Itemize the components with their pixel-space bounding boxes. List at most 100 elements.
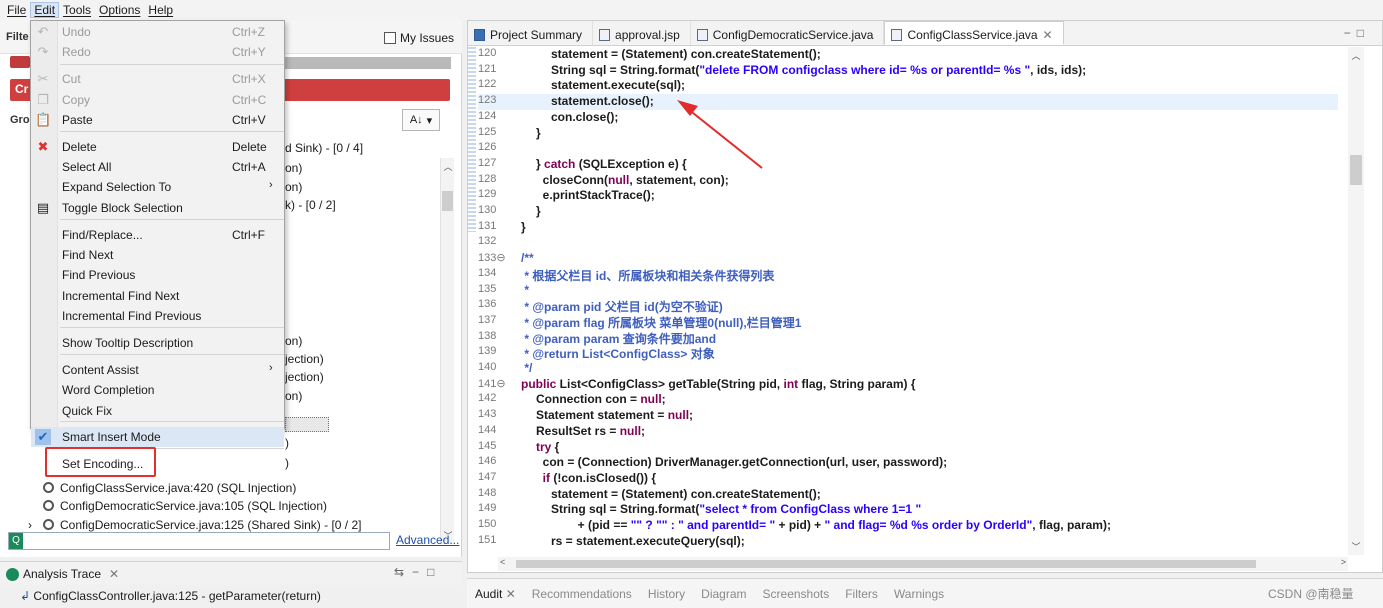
tree-row[interactable]: ConfigDemocraticService.java:105 (SQL In… bbox=[40, 499, 327, 513]
tab-approval-jsp[interactable]: approval.jsp bbox=[593, 21, 691, 45]
code-line[interactable]: 135 * bbox=[478, 283, 1338, 299]
code-line[interactable]: 141⊖ public List<ConfigClass> getTable(St… bbox=[478, 377, 1338, 393]
code-line[interactable]: 139 * @return List<ConfigClass> 对象 bbox=[478, 345, 1338, 361]
tree-row[interactable]: ) bbox=[285, 436, 289, 450]
tree-row[interactable]: on) bbox=[285, 161, 302, 175]
menu-options[interactable]: Options bbox=[95, 2, 144, 18]
tree-row[interactable]: k) - [0 / 2] bbox=[285, 198, 336, 212]
my-issues-checkbox[interactable]: My Issues bbox=[384, 31, 454, 45]
scroll-down-icon[interactable]: ﹀ bbox=[1348, 540, 1364, 553]
menu-item-word-completion[interactable]: Word Completion bbox=[31, 380, 284, 400]
tab-history[interactable]: History bbox=[648, 587, 685, 601]
tree-row[interactable]: ) bbox=[285, 456, 289, 470]
code-line[interactable]: 142 Connection con = null; bbox=[478, 392, 1338, 408]
critical-mini-bar[interactable] bbox=[10, 56, 30, 68]
code-line[interactable]: 127} catch (SQLException e) { bbox=[478, 157, 1338, 173]
expand-icon[interactable]: › bbox=[28, 518, 32, 532]
menu-item-undo[interactable]: ↶ Undo Ctrl+Z bbox=[31, 22, 284, 42]
sort-button[interactable]: A↓ ▾ bbox=[402, 109, 440, 131]
code-line[interactable]: 146 con = (Connection) DriverManager.get… bbox=[478, 455, 1338, 471]
code-line[interactable]: 129 e.printStackTrace(); bbox=[478, 188, 1338, 204]
menu-tools[interactable]: Tools bbox=[59, 2, 95, 18]
code-line[interactable]: 123 statement.close(); bbox=[478, 94, 1338, 111]
selected-tree-row[interactable] bbox=[285, 417, 329, 432]
scrollbar-thumb[interactable] bbox=[516, 560, 1256, 568]
code-line[interactable]: 120 statement = (Statement) con.createSta… bbox=[478, 47, 1338, 63]
menu-item-find-previous[interactable]: Find Previous bbox=[31, 265, 284, 285]
code-line[interactable]: 147 if (!con.isClosed()) { bbox=[478, 471, 1338, 487]
menu-item-show-tooltip-description[interactable]: Show Tooltip Description bbox=[31, 333, 284, 353]
scroll-up-icon[interactable]: ︿ bbox=[1348, 49, 1364, 62]
trace-view-controls[interactable]: ⇆−□ bbox=[394, 565, 442, 579]
code-line[interactable]: 137 * @param flag 所属板块 菜单管理0(null),栏目管理1 bbox=[478, 314, 1338, 330]
menu-item-incremental-find-previous[interactable]: Incremental Find Previous bbox=[31, 306, 284, 326]
tab-filters[interactable]: Filters bbox=[845, 587, 878, 601]
scrollbar-thumb[interactable] bbox=[442, 191, 453, 211]
tree-row[interactable]: ConfigClassService.java:420 (SQL Injecti… bbox=[40, 481, 296, 495]
code-line[interactable]: 144 ResultSet rs = null; bbox=[478, 424, 1338, 440]
code-line[interactable]: 130} bbox=[478, 204, 1338, 220]
tree-row[interactable]: jection) bbox=[285, 370, 324, 384]
code-line[interactable]: 149 String sql = String.format("select * … bbox=[478, 502, 1338, 518]
menu-item-cut[interactable]: ✂ Cut Ctrl+X bbox=[31, 69, 284, 89]
editor-horizontal-scrollbar[interactable]: < > bbox=[498, 557, 1348, 571]
menu-item-paste[interactable]: 📋 Paste Ctrl+V bbox=[31, 110, 284, 130]
editor-window-controls[interactable]: −□ bbox=[1344, 26, 1370, 40]
close-icon[interactable]: ✕ bbox=[1043, 28, 1053, 42]
code-line[interactable]: 140 */ bbox=[478, 361, 1338, 377]
menu-item-incremental-find-next[interactable]: Incremental Find Next bbox=[31, 286, 284, 306]
tab-audit[interactable]: Audit ✕ bbox=[475, 587, 516, 601]
tab-project-summary[interactable]: Project Summary bbox=[468, 21, 594, 45]
code-line[interactable]: 133⊖ /** bbox=[478, 251, 1338, 267]
code-area[interactable]: 120 statement = (Statement) con.createSta… bbox=[478, 47, 1348, 555]
tab-warnings[interactable]: Warnings bbox=[894, 587, 944, 601]
menu-item-delete[interactable]: ✖ Delete Delete bbox=[31, 137, 284, 157]
menu-item-find-replace[interactable]: Find/Replace... Ctrl+F bbox=[31, 225, 284, 245]
code-line[interactable]: 122 statement.execute(sql); bbox=[478, 78, 1338, 94]
tree-row[interactable]: jection) bbox=[285, 352, 324, 366]
scroll-left-icon[interactable]: < bbox=[500, 557, 505, 567]
scroll-up-icon[interactable]: ︿ bbox=[441, 160, 455, 173]
code-line[interactable]: 151 rs = statement.executeQuery(sql); bbox=[478, 534, 1338, 550]
menu-help[interactable]: Help bbox=[144, 2, 177, 18]
trace-row[interactable]: ↲ ConfigClassController.java:125 - getPa… bbox=[20, 589, 321, 603]
advanced-link[interactable]: Advanced... bbox=[396, 533, 459, 547]
editor-vertical-scrollbar[interactable]: ︿ ﹀ bbox=[1348, 47, 1364, 555]
tab-config-class-service[interactable]: ConfigClassService.java ✕ bbox=[884, 21, 1064, 45]
tree-row[interactable]: › ConfigDemocraticService.java:125 (Share… bbox=[28, 518, 361, 532]
menu-edit[interactable]: Edit bbox=[30, 2, 60, 18]
checkbox-icon[interactable] bbox=[384, 32, 396, 44]
tree-row[interactable]: on) bbox=[285, 334, 302, 348]
code-line[interactable]: 134 * 根据父栏目 id、所属板块和相关条件获得列表 bbox=[478, 267, 1338, 283]
code-line[interactable]: 138 * @param param 查询条件要加and bbox=[478, 330, 1338, 346]
code-line[interactable]: 132 bbox=[478, 235, 1338, 251]
code-line[interactable]: 121 String sql = String.format("delete FR… bbox=[478, 63, 1338, 79]
tab-recommendations[interactable]: Recommendations bbox=[532, 587, 632, 601]
tree-row[interactable]: d Sink) - [0 / 4] bbox=[285, 141, 363, 155]
menu-item-content-assist[interactable]: Content Assist › bbox=[31, 360, 284, 380]
menu-item-copy[interactable]: ❐ Copy Ctrl+C bbox=[31, 90, 284, 110]
analysis-trace-tab[interactable]: Analysis Trace ✕ bbox=[6, 567, 119, 581]
menu-item-toggle-block-selection[interactable]: ▤ Toggle Block Selection bbox=[31, 198, 284, 218]
code-line[interactable]: 150 + (pid == "" ? "" : " and parentId= … bbox=[478, 518, 1338, 534]
menu-item-expand-selection-to[interactable]: Expand Selection To › bbox=[31, 177, 284, 197]
code-line[interactable]: 126 bbox=[478, 141, 1338, 157]
issues-tree-scrollbar[interactable]: ︿ ﹀ bbox=[440, 158, 454, 544]
tab-config-democratic-service[interactable]: ConfigDemocraticService.java bbox=[691, 21, 885, 45]
tab-screenshots[interactable]: Screenshots bbox=[763, 587, 830, 601]
code-line[interactable]: 148 statement = (Statement) con.createSta… bbox=[478, 487, 1338, 503]
code-line[interactable]: 124 con.close(); bbox=[478, 110, 1338, 126]
close-icon[interactable]: ✕ bbox=[109, 567, 119, 581]
menu-item-select-all[interactable]: Select All Ctrl+A bbox=[31, 157, 284, 177]
menu-item-smart-insert-mode[interactable]: ✔ Smart Insert Mode bbox=[31, 427, 284, 447]
code-line[interactable]: 125} bbox=[478, 126, 1338, 142]
close-icon[interactable]: ✕ bbox=[502, 587, 516, 601]
code-line[interactable]: 131} bbox=[478, 220, 1338, 236]
code-line[interactable]: 145 try { bbox=[478, 440, 1338, 456]
code-line[interactable]: 143 Statement statement = null; bbox=[478, 408, 1338, 424]
search-input[interactable]: Q bbox=[8, 532, 390, 550]
scroll-right-icon[interactable]: > bbox=[1341, 557, 1346, 567]
menu-item-redo[interactable]: ↷ Redo Ctrl+Y bbox=[31, 42, 284, 62]
code-line[interactable]: 136 * @param pid 父栏目 id(为空不验证) bbox=[478, 298, 1338, 314]
code-line[interactable]: 128 closeConn(null, statement, con); bbox=[478, 173, 1338, 189]
